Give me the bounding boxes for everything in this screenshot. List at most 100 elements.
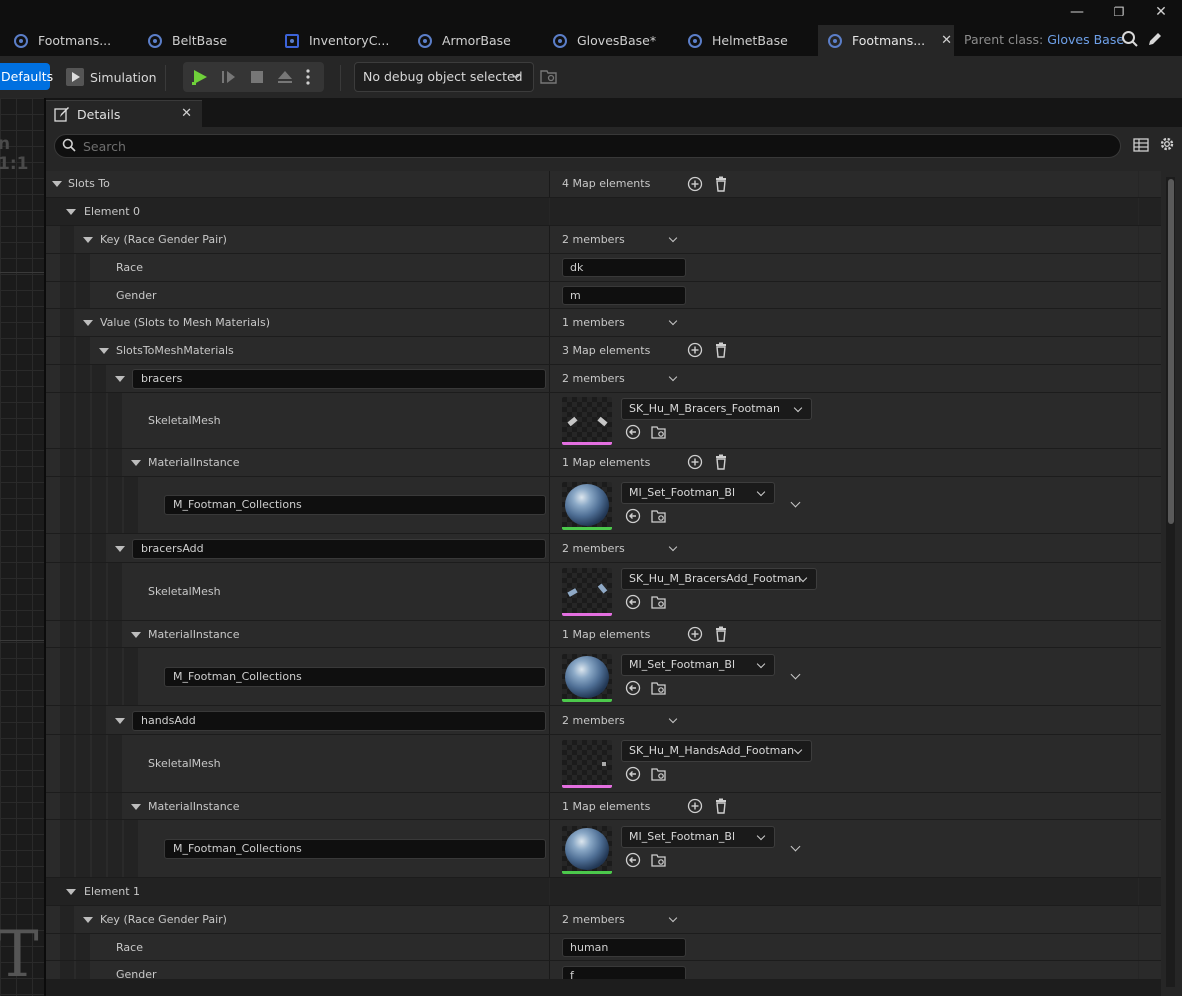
property-row[interactable]: M_Footman_Collections MI_Set_Footman_Bl — [46, 477, 1161, 534]
tab-footmans-active[interactable]: Footmans... ✕ — [818, 25, 954, 56]
map-key-field[interactable]: bracersAdd — [132, 539, 546, 559]
race-field[interactable]: human — [562, 938, 686, 957]
play-icon[interactable] — [191, 68, 209, 86]
details-tab[interactable]: Details ✕ — [46, 100, 202, 127]
tab-helmetbase[interactable]: HelmetBase — [678, 25, 808, 56]
property-row[interactable]: Value (Slots to Mesh Materials) 1 member… — [46, 309, 1161, 337]
tab-footmans-1[interactable]: Footmans... — [4, 25, 134, 56]
edit-icon[interactable] — [1146, 30, 1164, 48]
collapse-arrow-icon[interactable] — [115, 718, 125, 724]
tab-beltbase[interactable]: BeltBase — [138, 25, 268, 56]
browse-asset-icon[interactable] — [651, 680, 667, 696]
browse-asset-icon[interactable] — [651, 508, 667, 524]
parent-class-link[interactable]: Gloves Base — [1047, 32, 1124, 47]
property-row[interactable]: Slots To 4 Map elements — [46, 171, 1161, 198]
horizontal-scrollbar[interactable] — [46, 979, 1161, 996]
asset-picker[interactable]: MI_Set_Footman_Bl — [621, 826, 775, 848]
add-element-icon[interactable] — [687, 798, 703, 814]
property-row[interactable]: MaterialInstance 1 Map elements — [46, 793, 1161, 820]
search-icon[interactable] — [1121, 30, 1139, 48]
add-element-icon[interactable] — [687, 342, 703, 358]
collapse-arrow-icon[interactable] — [131, 804, 141, 810]
collapse-arrow-icon[interactable] — [83, 320, 93, 326]
graph-editor-strip[interactable]: n 1:1 T — [0, 98, 44, 996]
browse-asset-icon[interactable] — [651, 766, 667, 782]
collapse-arrow-icon[interactable] — [131, 460, 141, 466]
property-row[interactable]: MaterialInstance 1 Map elements — [46, 621, 1161, 648]
stop-icon[interactable] — [248, 68, 266, 86]
browse-asset-icon[interactable] — [651, 852, 667, 868]
add-element-icon[interactable] — [687, 454, 703, 470]
class-defaults-button[interactable]: Defaults — [0, 63, 53, 90]
tab-inventoryc[interactable]: InventoryC... — [275, 25, 405, 56]
debug-object-select[interactable]: No debug object selected — [354, 62, 534, 92]
browse-asset-icon[interactable] — [651, 424, 667, 440]
add-element-icon[interactable] — [687, 176, 703, 192]
map-key-field[interactable]: handsAdd — [132, 711, 546, 731]
close-details-icon[interactable]: ✕ — [181, 106, 192, 121]
asset-picker[interactable]: SK_Hu_M_Bracers_Footman — [621, 398, 812, 420]
collapse-arrow-icon[interactable] — [66, 889, 76, 895]
use-selected-icon[interactable] — [625, 594, 641, 610]
close-tab-icon[interactable]: ✕ — [941, 33, 952, 48]
minimize-button[interactable]: — — [1063, 3, 1091, 21]
collapse-arrow-icon[interactable] — [131, 632, 141, 638]
collapse-arrow-icon[interactable] — [115, 376, 125, 382]
trash-icon[interactable] — [713, 454, 729, 470]
property-row[interactable]: Race human — [46, 934, 1161, 961]
trash-icon[interactable] — [713, 798, 729, 814]
property-row[interactable]: SkeletalMesh SK_Hu_M_HandsAdd_Footman — [46, 735, 1161, 793]
property-row[interactable]: Gender m — [46, 282, 1161, 309]
collapse-arrow-icon[interactable] — [83, 917, 93, 923]
trash-icon[interactable] — [713, 626, 729, 642]
collapse-arrow-icon[interactable] — [83, 237, 93, 243]
map-key-field[interactable]: bracers — [132, 369, 546, 389]
collapse-arrow-icon[interactable] — [52, 181, 62, 187]
use-selected-icon[interactable] — [625, 508, 641, 524]
eject-icon[interactable] — [276, 68, 294, 86]
debug-browse-icon[interactable] — [540, 68, 558, 86]
mesh-thumbnail[interactable] — [562, 740, 612, 788]
mesh-thumbnail[interactable] — [562, 397, 612, 445]
step-icon[interactable] — [220, 68, 238, 86]
simulation-button[interactable]: Simulation — [66, 64, 157, 90]
property-row[interactable]: handsAdd 2 members — [46, 706, 1161, 735]
trash-icon[interactable] — [713, 176, 729, 192]
property-row[interactable]: SlotsToMeshMaterials 3 Map elements — [46, 337, 1161, 365]
gender-field[interactable]: m — [562, 286, 686, 305]
map-key-field[interactable]: M_Footman_Collections — [164, 839, 546, 859]
property-row[interactable]: SkeletalMesh SK_Hu_M_Bracers_Footman — [46, 393, 1161, 449]
use-selected-icon[interactable] — [625, 680, 641, 696]
collapse-arrow-icon[interactable] — [66, 209, 76, 215]
trash-icon[interactable] — [713, 342, 729, 358]
property-row[interactable]: M_Footman_Collections MI_Set_Footman_Bl — [46, 820, 1161, 878]
property-row[interactable]: M_Footman_Collections MI_Set_Footman_Bl — [46, 648, 1161, 706]
search-input[interactable] — [83, 137, 1083, 155]
add-element-icon[interactable] — [687, 626, 703, 642]
asset-picker[interactable]: MI_Set_Footman_Bl — [621, 654, 775, 676]
property-row[interactable]: Element 1 — [46, 878, 1161, 906]
gear-icon[interactable] — [1158, 135, 1176, 153]
collapse-arrow-icon[interactable] — [115, 546, 125, 552]
close-window-button[interactable]: ✕ — [1147, 3, 1175, 21]
more-options-icon[interactable] — [304, 68, 312, 86]
use-selected-icon[interactable] — [625, 424, 641, 440]
scrollbar-thumb[interactable] — [1168, 179, 1174, 524]
restore-button[interactable]: ❐ — [1105, 3, 1133, 21]
property-row[interactable]: Key (Race Gender Pair) 2 members — [46, 226, 1161, 254]
property-matrix-icon[interactable] — [1133, 137, 1149, 153]
material-thumbnail[interactable] — [562, 826, 612, 874]
material-thumbnail[interactable] — [562, 482, 612, 530]
map-key-field[interactable]: M_Footman_Collections — [164, 495, 546, 515]
use-selected-icon[interactable] — [625, 852, 641, 868]
property-row[interactable]: Element 0 — [46, 198, 1161, 226]
search-box[interactable] — [54, 134, 1121, 158]
race-field[interactable]: dk — [562, 258, 686, 277]
material-thumbnail[interactable] — [562, 654, 612, 702]
tab-glovesbase[interactable]: GlovesBase* — [543, 25, 673, 56]
browse-asset-icon[interactable] — [651, 594, 667, 610]
asset-picker[interactable]: SK_Hu_M_HandsAdd_Footman — [621, 740, 812, 762]
tab-armorbase[interactable]: ArmorBase — [408, 25, 538, 56]
collapse-arrow-icon[interactable] — [99, 348, 109, 354]
map-key-field[interactable]: M_Footman_Collections — [164, 667, 546, 687]
